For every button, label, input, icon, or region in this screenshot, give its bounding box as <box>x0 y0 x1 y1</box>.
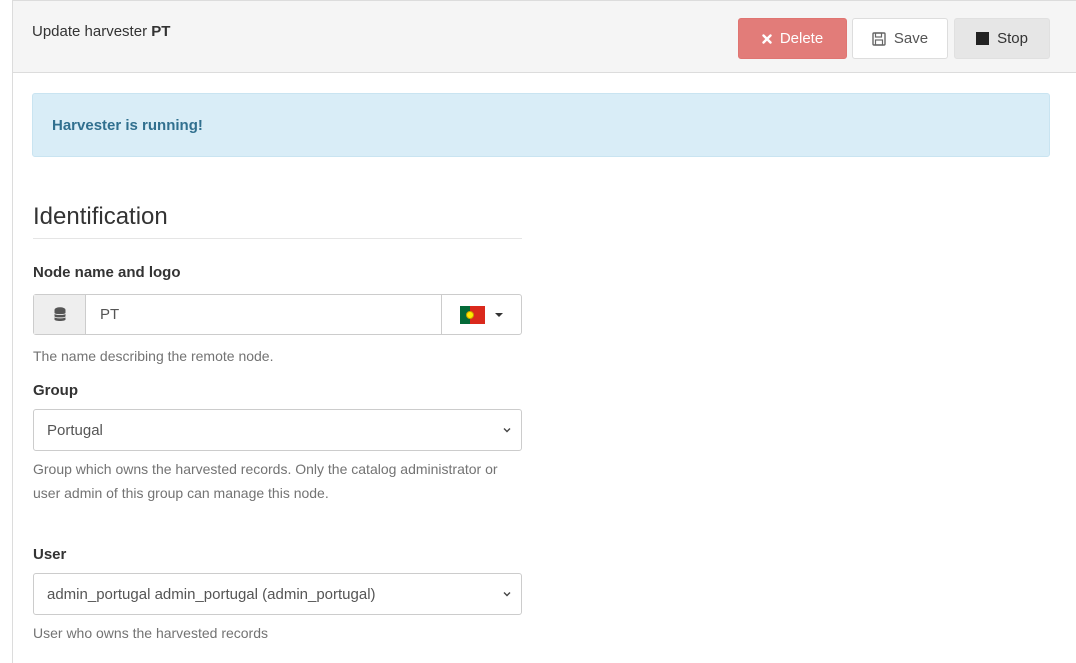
database-icon <box>53 307 66 321</box>
group-label: Group <box>33 382 78 399</box>
user-selected-value: admin_portugal admin_portugal (admin_por… <box>47 585 376 603</box>
status-alert-text: Harvester is running! <box>52 116 203 134</box>
node-name-label: Node name and logo <box>33 264 181 281</box>
status-alert: Harvester is running! <box>32 93 1050 157</box>
node-name-input[interactable] <box>86 295 441 334</box>
delete-label: Delete <box>779 30 824 47</box>
harvester-panel: Update harvester PT Delete Save Stop Har <box>12 0 1076 663</box>
user-select[interactable]: admin_portugal admin_portugal (admin_por… <box>33 573 522 615</box>
node-name-input-group <box>33 294 522 335</box>
save-button[interactable]: Save <box>852 18 948 59</box>
group-select[interactable]: Portugal <box>33 409 522 451</box>
floppy-disk-icon <box>872 31 886 46</box>
portugal-flag-icon <box>460 305 485 324</box>
harvester-name: PT <box>151 23 171 40</box>
page-title: Update harvester PT <box>32 23 170 40</box>
user-label: User <box>33 546 67 563</box>
stop-label: Stop <box>997 30 1028 47</box>
node-name-help: The name describing the remote node. <box>33 348 274 364</box>
user-help: User who owns the harvested records <box>33 625 268 641</box>
stop-icon <box>976 32 990 45</box>
close-icon <box>762 33 772 44</box>
stop-button[interactable]: Stop <box>954 18 1050 59</box>
title-prefix: Update harvester <box>32 23 148 40</box>
panel-heading: Update harvester PT Delete Save Stop <box>13 1 1076 73</box>
group-help: Group which owns the harvested records. … <box>33 461 498 501</box>
save-label: Save <box>893 30 929 47</box>
chevron-down-icon <box>503 428 511 433</box>
section-title: Identification <box>33 203 522 239</box>
chevron-down-icon <box>503 592 511 597</box>
delete-button[interactable]: Delete <box>738 18 847 59</box>
group-selected-value: Portugal <box>47 421 103 439</box>
node-addon <box>34 295 86 334</box>
caret-down-icon <box>495 312 503 317</box>
logo-dropdown[interactable] <box>441 295 521 334</box>
